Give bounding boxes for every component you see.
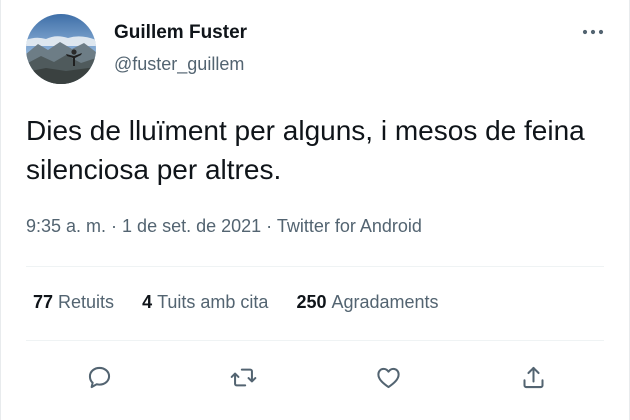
meta-separator: · bbox=[106, 216, 123, 236]
tweet-metadata: 9:35 a. m. · 1 de set. de 2021 · Twitter… bbox=[26, 216, 422, 237]
retweets-count: 77 bbox=[33, 292, 54, 312]
tweet-actions bbox=[1, 357, 630, 397]
more-icon[interactable] bbox=[579, 22, 607, 42]
retweet-icon[interactable] bbox=[223, 357, 263, 397]
quotes-label: Tuits amb cita bbox=[157, 292, 269, 312]
avatar-image bbox=[26, 14, 96, 84]
likes-count: 250 bbox=[296, 292, 327, 312]
tweet-time[interactable]: 9:35 a. m. bbox=[26, 216, 106, 236]
divider bbox=[26, 266, 604, 267]
quotes-stat[interactable]: 4 Tuits amb cita bbox=[142, 292, 268, 313]
tweet-source[interactable]: Twitter for Android bbox=[277, 216, 422, 236]
retweets-stat[interactable]: 77 Retuits bbox=[33, 292, 114, 313]
likes-stat[interactable]: 250 Agradaments bbox=[296, 292, 438, 313]
tweet-card: Guillem Fuster @fuster_guillem Dies de l… bbox=[0, 0, 630, 420]
tweet-date[interactable]: 1 de set. de 2021 bbox=[122, 216, 261, 236]
divider bbox=[26, 340, 604, 341]
retweets-label: Retuits bbox=[58, 292, 115, 312]
tweet-stats: 77 Retuits 4 Tuits amb cita 250 Agradaments bbox=[33, 292, 467, 313]
like-icon[interactable] bbox=[368, 357, 408, 397]
meta-separator: · bbox=[261, 216, 277, 236]
reply-icon[interactable] bbox=[79, 357, 119, 397]
tweet-text: Dies de lluïment per alguns, i mesos de … bbox=[26, 115, 585, 185]
share-icon[interactable] bbox=[513, 357, 553, 397]
quotes-count: 4 bbox=[142, 292, 153, 312]
user-handle[interactable]: @fuster_guillem bbox=[114, 54, 244, 75]
likes-label: Agradaments bbox=[331, 292, 439, 312]
user-name[interactable]: Guillem Fuster bbox=[114, 22, 247, 44]
avatar[interactable] bbox=[26, 14, 96, 84]
